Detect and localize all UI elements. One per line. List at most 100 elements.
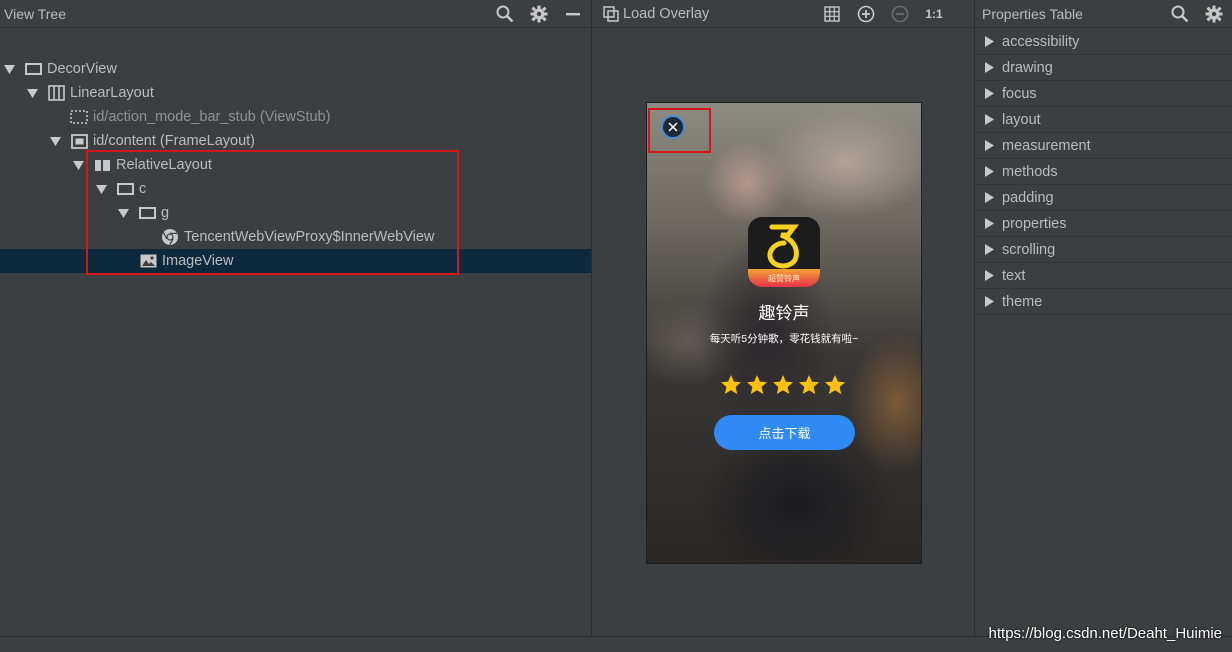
properties-list: accessibility drawing focus layout measu… — [976, 28, 1232, 315]
tree-row-label: c — [139, 181, 147, 197]
grid-icon[interactable] — [820, 2, 844, 26]
expand-arrow-icon — [982, 36, 996, 47]
zoom-actual-size-button[interactable]: 1:1 — [922, 2, 946, 26]
properties-title: Properties Table — [982, 5, 1083, 22]
view-tree-title: View Tree — [4, 5, 66, 22]
expand-arrow-icon[interactable] — [116, 201, 130, 225]
tree-row-content-framelayout[interactable]: id/content (FrameLayout) — [0, 129, 591, 153]
device-screen-preview[interactable]: 超赞铃声 趣铃声 每天听5分钟歌，零花钱就有啦~ 点击下载 — [646, 102, 922, 564]
frame-layout-icon — [70, 129, 88, 153]
property-group-focus[interactable]: focus — [976, 81, 1232, 107]
expand-arrow-icon — [982, 218, 996, 229]
app-name: 趣铃声 — [758, 304, 810, 323]
property-group-padding[interactable]: padding — [976, 185, 1232, 211]
gear-icon[interactable] — [1202, 2, 1226, 26]
property-group-label: theme — [1002, 293, 1043, 310]
tree-row-label: DecorView — [47, 61, 117, 77]
overlay-icon — [603, 5, 619, 22]
view-tree-panel: View Tree DecorView LinearLayout id/acti… — [0, 0, 592, 636]
property-group-properties[interactable]: properties — [976, 211, 1232, 237]
expand-arrow-icon — [982, 244, 996, 255]
zoom-in-icon[interactable] — [854, 2, 878, 26]
tree-row-label: g — [161, 205, 170, 221]
close-icon[interactable] — [661, 115, 685, 139]
expand-arrow-icon — [982, 62, 996, 73]
expand-arrow-icon[interactable] — [2, 57, 16, 81]
search-icon[interactable] — [493, 2, 517, 26]
property-group-measurement[interactable]: measurement — [976, 133, 1232, 159]
property-group-label: measurement — [1002, 137, 1091, 154]
star-icon — [747, 375, 767, 394]
property-group-label: layout — [1002, 111, 1041, 128]
watermark-text: https://blog.csdn.net/Deaht_Huimie — [988, 625, 1222, 642]
expand-arrow-icon[interactable] — [25, 81, 39, 105]
app-logo-icon: 超赞铃声 — [748, 217, 820, 287]
view-tree-toolbar: View Tree — [0, 0, 591, 28]
star-icon — [825, 375, 845, 394]
property-group-scrolling[interactable]: scrolling — [976, 237, 1232, 263]
properties-panel: Properties Table accessibility drawing f… — [976, 0, 1232, 636]
relative-layout-icon — [93, 153, 111, 177]
tree-row-imageview[interactable]: ImageView — [0, 249, 591, 273]
view-icon — [116, 177, 134, 201]
zoom-out-icon[interactable] — [888, 2, 912, 26]
linear-layout-icon — [47, 81, 65, 105]
load-overlay-button[interactable]: Load Overlay — [603, 6, 709, 22]
expand-arrow-icon[interactable] — [71, 153, 85, 177]
tree-row-label: TencentWebViewProxy$InnerWebView — [184, 229, 435, 245]
tree-row-label: id/content (FrameLayout) — [93, 133, 255, 149]
property-group-label: focus — [1002, 85, 1037, 102]
star-rating — [721, 375, 845, 394]
property-group-layout[interactable]: layout — [976, 107, 1232, 133]
property-group-label: methods — [1002, 163, 1058, 180]
layout-preview-panel: Load Overlay 1:1 超赞铃声 趣铃声 每天听5分钟歌，零花钱就有啦… — [593, 0, 975, 636]
search-icon[interactable] — [1168, 2, 1192, 26]
minimize-icon[interactable] — [561, 2, 585, 26]
tree-row-c[interactable]: c — [0, 177, 591, 201]
properties-toolbar: Properties Table — [976, 0, 1232, 28]
expand-arrow-icon — [982, 192, 996, 203]
viewstub-icon — [70, 105, 88, 129]
image-icon — [139, 249, 157, 273]
expand-arrow-icon — [982, 114, 996, 125]
property-group-label: accessibility — [1002, 33, 1080, 50]
tree-row-label: ImageView — [162, 253, 234, 269]
expand-arrow-icon[interactable] — [94, 177, 108, 201]
view-icon — [138, 201, 156, 225]
app-description: 每天听5分钟歌，零花钱就有啦~ — [709, 333, 859, 345]
property-group-accessibility[interactable]: accessibility — [976, 29, 1232, 55]
tree-row-relativelayout[interactable]: RelativeLayout — [0, 153, 591, 177]
star-icon — [773, 375, 793, 394]
star-icon — [721, 375, 741, 394]
app-logo-band: 超赞铃声 — [748, 269, 820, 287]
expand-arrow-icon — [982, 270, 996, 281]
property-group-label: scrolling — [1002, 241, 1056, 258]
property-group-label: text — [1002, 267, 1026, 284]
property-group-label: padding — [1002, 189, 1054, 206]
property-group-label: drawing — [1002, 59, 1053, 76]
property-group-label: properties — [1002, 215, 1067, 232]
expand-arrow-icon — [982, 140, 996, 151]
webview-icon — [161, 225, 179, 249]
tree-row-label: id/action_mode_bar_stub (ViewStub) — [93, 109, 331, 125]
star-icon — [799, 375, 819, 394]
expand-arrow-icon — [982, 166, 996, 177]
expand-arrow-icon — [982, 88, 996, 99]
property-group-methods[interactable]: methods — [976, 159, 1232, 185]
tree-row-viewstub[interactable]: id/action_mode_bar_stub (ViewStub) — [0, 105, 591, 129]
tree-row-decorview[interactable]: DecorView — [0, 57, 591, 81]
tree-row-label: LinearLayout — [70, 85, 154, 101]
tree-row-webview[interactable]: TencentWebViewProxy$InnerWebView — [0, 225, 591, 249]
tree-row-linearlayout[interactable]: LinearLayout — [0, 81, 591, 105]
property-group-theme[interactable]: theme — [976, 289, 1232, 315]
frame-icon — [24, 57, 42, 81]
expand-arrow-icon[interactable] — [48, 129, 62, 153]
download-button[interactable]: 点击下载 — [714, 415, 855, 450]
property-group-drawing[interactable]: drawing — [976, 55, 1232, 81]
app-logo-band-text: 超赞铃声 — [768, 273, 800, 283]
property-group-text[interactable]: text — [976, 263, 1232, 289]
expand-arrow-icon — [982, 296, 996, 307]
tree-row-g[interactable]: g — [0, 201, 591, 225]
tree-row-label: RelativeLayout — [116, 157, 212, 173]
gear-icon[interactable] — [527, 2, 551, 26]
